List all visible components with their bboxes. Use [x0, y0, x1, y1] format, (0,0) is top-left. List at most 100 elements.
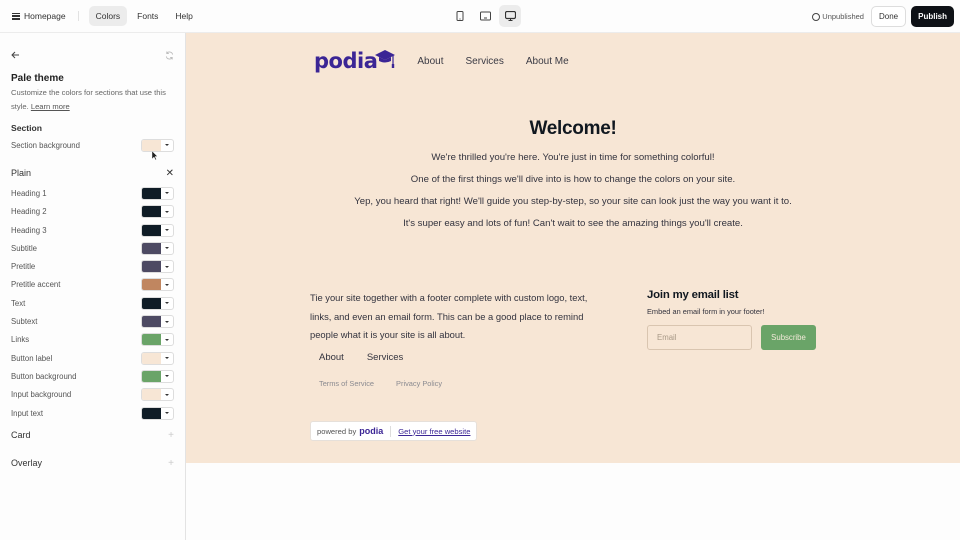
- chevron-down-icon[interactable]: [161, 188, 173, 199]
- color-picker[interactable]: [141, 260, 174, 274]
- color-picker[interactable]: [141, 315, 174, 329]
- powered-by-badge: powered by podia Get your free website: [310, 421, 478, 441]
- chevron-down-icon[interactable]: [161, 353, 173, 364]
- email-input[interactable]: Email: [647, 325, 752, 350]
- color-row: Input text: [11, 404, 174, 422]
- podia-logo[interactable]: podia: [314, 49, 396, 73]
- chevron-down-icon[interactable]: [161, 225, 173, 236]
- chevron-down-icon[interactable]: [161, 140, 173, 151]
- color-picker[interactable]: [141, 369, 174, 383]
- nav-link-about-me[interactable]: About Me: [526, 56, 569, 67]
- subscribe-button[interactable]: Subscribe: [761, 325, 816, 350]
- chevron-down-icon[interactable]: [161, 298, 173, 309]
- plus-icon[interactable]: +: [168, 458, 174, 469]
- chevron-down-icon[interactable]: [161, 408, 173, 419]
- done-button[interactable]: Done: [870, 6, 907, 27]
- color-label: Input text: [11, 408, 44, 418]
- color-swatch[interactable]: [142, 187, 161, 199]
- chevron-down-icon[interactable]: [161, 261, 173, 272]
- card-group-header[interactable]: Card +: [11, 426, 174, 444]
- device-switcher: [449, 5, 521, 27]
- plus-icon[interactable]: +: [168, 430, 174, 441]
- color-row: Subtext: [11, 312, 174, 330]
- color-picker[interactable]: [141, 186, 174, 200]
- status-circle-icon: [812, 12, 821, 21]
- color-picker[interactable]: [141, 388, 174, 402]
- nav-link-about[interactable]: About: [417, 56, 443, 67]
- color-swatch[interactable]: [142, 279, 161, 291]
- chevron-down-icon[interactable]: [161, 243, 173, 254]
- desktop-preview-button[interactable]: [499, 5, 521, 27]
- menu-icon[interactable]: [12, 12, 20, 20]
- color-swatch[interactable]: [142, 352, 161, 364]
- color-swatch[interactable]: [142, 224, 161, 236]
- color-swatch[interactable]: [142, 370, 161, 382]
- email-signup: Join my email list Embed an email form i…: [647, 289, 816, 350]
- learn-more-link[interactable]: Learn more: [31, 102, 70, 111]
- plain-group-header[interactable]: Plain ✕: [11, 164, 174, 182]
- color-swatch[interactable]: [142, 316, 161, 328]
- chevron-down-icon[interactable]: [161, 334, 173, 345]
- color-swatch[interactable]: [142, 334, 161, 346]
- chevron-down-icon[interactable]: [161, 279, 173, 290]
- panel-description: Customize the colors for sections that u…: [11, 86, 174, 114]
- color-swatch[interactable]: [142, 297, 161, 309]
- tab-fonts[interactable]: Fonts: [130, 6, 165, 26]
- color-picker[interactable]: [141, 241, 174, 255]
- reset-icon[interactable]: [165, 50, 174, 60]
- color-row: Button label: [11, 349, 174, 367]
- back-arrow-icon[interactable]: [11, 51, 20, 59]
- plain-heading: Plain: [11, 168, 32, 179]
- editor-toolbar: Homepage Colors Fonts Help Unpublished D…: [0, 0, 960, 33]
- chevron-down-icon[interactable]: [161, 206, 173, 217]
- tab-colors[interactable]: Colors: [88, 6, 128, 26]
- graduation-cap-icon: [375, 50, 396, 68]
- chevron-down-icon[interactable]: [161, 389, 173, 400]
- mobile-preview-button[interactable]: [449, 5, 471, 27]
- color-swatch[interactable]: [142, 242, 161, 254]
- color-picker[interactable]: [141, 406, 174, 420]
- color-picker[interactable]: [141, 278, 174, 292]
- homepage-link[interactable]: Homepage: [24, 11, 66, 21]
- color-swatch[interactable]: [142, 407, 161, 419]
- chevron-down-icon[interactable]: [161, 371, 173, 382]
- publish-status: Unpublished: [812, 12, 864, 21]
- hero-title: Welcome!: [529, 118, 617, 139]
- divider: [77, 11, 79, 21]
- color-picker[interactable]: [141, 138, 174, 152]
- color-swatch[interactable]: [142, 139, 161, 151]
- color-picker[interactable]: [141, 333, 174, 347]
- footer-text: Tie your site together with a footer com…: [310, 292, 588, 340]
- color-label: Heading 2: [11, 207, 47, 217]
- podia-badge-logo: podia: [359, 426, 384, 436]
- chevron-down-icon[interactable]: [161, 316, 173, 327]
- color-picker[interactable]: [141, 205, 174, 219]
- color-picker[interactable]: [141, 296, 174, 310]
- close-icon[interactable]: ✕: [166, 168, 174, 179]
- footer-link-about[interactable]: About: [319, 352, 344, 363]
- free-website-link[interactable]: Get your free website: [398, 427, 470, 436]
- terms-link[interactable]: Terms of Service: [319, 379, 374, 388]
- color-row: Pretitle accent: [11, 276, 174, 294]
- tab-help[interactable]: Help: [168, 6, 199, 26]
- hero-section: Welcome! We're thrilled you're here. You…: [186, 118, 960, 229]
- desktop-icon: [504, 11, 516, 21]
- publish-button[interactable]: Publish: [911, 6, 954, 27]
- privacy-link[interactable]: Privacy Policy: [396, 379, 442, 388]
- color-picker[interactable]: [141, 223, 174, 237]
- site-header: podia About Services About Me: [314, 49, 569, 73]
- color-swatch[interactable]: [142, 389, 161, 401]
- mobile-icon: [456, 11, 464, 21]
- color-picker[interactable]: [141, 351, 174, 365]
- color-label: Heading 1: [11, 188, 47, 198]
- color-swatch[interactable]: [142, 206, 161, 218]
- overlay-group-header[interactable]: Overlay +: [11, 454, 174, 472]
- legal-links: Terms of Service Privacy Policy: [310, 379, 610, 388]
- color-label: Pretitle accent: [11, 280, 61, 290]
- hero-paragraph: It's super easy and lots of fun! Can't w…: [403, 218, 743, 229]
- color-swatch[interactable]: [142, 261, 161, 273]
- color-label: Links: [11, 335, 30, 345]
- tablet-preview-button[interactable]: [474, 5, 496, 27]
- nav-link-services[interactable]: Services: [466, 56, 504, 67]
- footer-link-services[interactable]: Services: [367, 352, 403, 363]
